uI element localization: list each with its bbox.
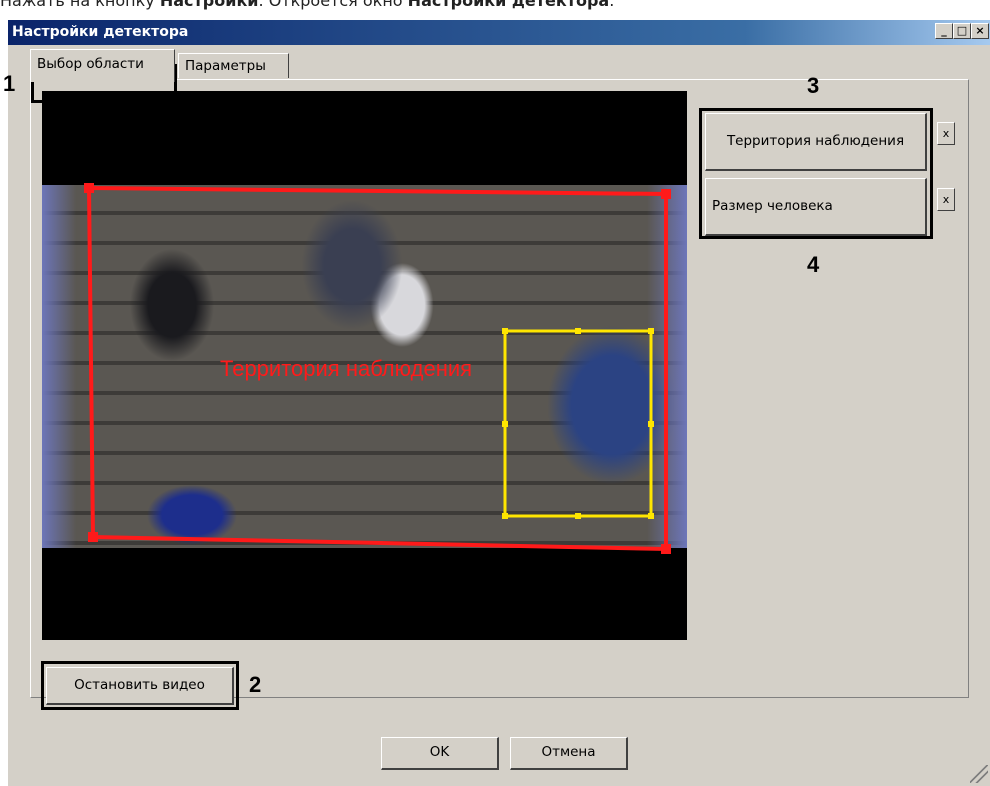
ok-button[interactable]: OK <box>381 737 499 770</box>
instruction-bold-settings: Настройки <box>159 0 259 10</box>
cancel-button[interactable]: Отмена <box>510 737 628 770</box>
maximize-icon: □ <box>956 24 968 37</box>
annotation-2: 2 <box>249 672 262 697</box>
instruction-middle: . Откроется окно <box>258 0 408 10</box>
instruction-suffix: . <box>609 0 615 10</box>
person-box-handle-tl[interactable] <box>502 328 508 334</box>
tab-parameters[interactable]: Параметры <box>178 53 289 78</box>
instruction-prefix: Нажать на кнопку <box>0 0 160 10</box>
resize-grip-icon[interactable] <box>970 765 988 783</box>
person-box-handle-tm[interactable] <box>575 328 581 334</box>
clear-surveillance-area-button[interactable]: x <box>937 122 955 145</box>
tab-area-selection[interactable]: Выбор области <box>30 49 175 82</box>
window-titlebar[interactable]: Настройки детектора _ □ × <box>8 20 990 45</box>
person-box-handle-br[interactable] <box>648 513 654 519</box>
highlight-stop-button <box>41 661 239 710</box>
zone-handle-br[interactable] <box>661 544 671 554</box>
zone-handle-bl[interactable] <box>88 532 98 542</box>
video-preview[interactable]: Территория наблюдения <box>42 91 687 640</box>
person-box-handle-ml[interactable] <box>502 421 508 427</box>
close-button[interactable]: × <box>971 23 989 39</box>
annotation-3: 3 <box>807 73 820 98</box>
zone-handle-tl[interactable] <box>84 183 94 193</box>
person-box-handle-bm[interactable] <box>575 513 581 519</box>
minimize-button[interactable]: _ <box>935 23 953 39</box>
person-box-handle-mr[interactable] <box>648 421 654 427</box>
clear-person-size-button[interactable]: x <box>937 188 955 211</box>
annotation-4: 4 <box>807 252 820 277</box>
person-box-handle-tr[interactable] <box>648 328 654 334</box>
zone-overlay: Территория наблюдения <box>84 183 671 554</box>
minimize-icon: _ <box>941 24 947 37</box>
instruction-text: Нажать на кнопку Настройки. Откроется ок… <box>0 0 615 10</box>
annotation-1: 1 <box>3 71 16 96</box>
highlight-side-buttons <box>699 108 933 239</box>
person-size-box[interactable] <box>503 329 653 518</box>
zone-handle-tr[interactable] <box>661 189 671 199</box>
window-title: Настройки детектора <box>12 24 189 40</box>
person-box-handle-bl[interactable] <box>502 513 508 519</box>
close-icon: × <box>975 24 985 37</box>
zone-overlay-label: Территория наблюдения <box>220 356 472 381</box>
maximize-button[interactable]: □ <box>953 23 971 39</box>
instruction-bold-window: Настройки детектора <box>407 0 610 10</box>
